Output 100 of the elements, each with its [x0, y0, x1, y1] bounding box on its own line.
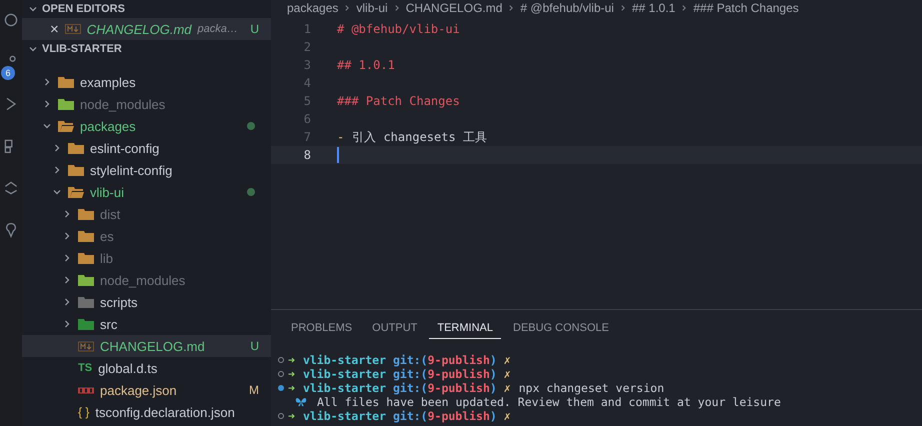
line-number: 5: [302, 93, 312, 110]
file-name: stylelint-config: [90, 162, 172, 178]
folder-icon: [58, 76, 74, 88]
tree-item[interactable]: src: [22, 313, 271, 335]
tree-item[interactable]: examples: [22, 71, 271, 93]
line-number: 1: [302, 21, 312, 38]
line-number: 2: [302, 39, 312, 56]
file-name: packages: [80, 118, 136, 134]
search-icon[interactable]: [3, 12, 19, 28]
tree-item[interactable]: packages: [22, 115, 271, 137]
terminal-command: npx changeset version: [518, 381, 664, 395]
tree-item[interactable]: es: [22, 225, 271, 247]
git-status: U: [250, 22, 259, 36]
code-editor[interactable]: 1 # @bfehub/vlib-ui 2 3 ## 1.0.1 4 5 ### Patch Changes 6 7 - 引入 changesets 工具 8: [271, 16, 922, 309]
chevron-down-icon[interactable]: [42, 121, 52, 131]
folder-icon: [78, 252, 94, 264]
folder-icon: [78, 296, 94, 308]
braces-icon: { }: [78, 405, 90, 419]
tree-item[interactable]: scripts: [22, 291, 271, 313]
chevron-right-icon[interactable]: [62, 275, 72, 285]
prompt-arrow: ➜: [288, 381, 295, 395]
chevron-right-icon[interactable]: [62, 231, 72, 241]
file-name: CHANGELOG.md: [100, 338, 205, 354]
file-path: packa…: [198, 23, 238, 35]
chevron-right-icon: [392, 4, 401, 12]
folder-icon: [78, 208, 94, 220]
prompt-arrow: ➜: [288, 409, 295, 423]
breadcrumb-item[interactable]: ## 1.0.1: [632, 1, 676, 15]
chevron-down-icon[interactable]: [52, 187, 62, 197]
typescript-icon: TS: [78, 362, 92, 374]
folder-icon: [68, 186, 84, 198]
breadcrumb-item[interactable]: packages: [287, 1, 338, 15]
git-status: M: [249, 383, 259, 397]
chevron-right-icon[interactable]: [42, 99, 52, 109]
file-name: dist: [100, 206, 120, 222]
tree-item[interactable]: CHANGELOG.md U: [22, 335, 271, 357]
panel-tab[interactable]: DEBUG CONSOLE: [505, 319, 617, 339]
file-name: global.d.ts: [98, 360, 158, 376]
file-name: node_modules: [80, 96, 166, 112]
prompt-arrow: ➜: [288, 367, 295, 381]
file-name: package.json: [100, 382, 177, 398]
terminal-prompt: vlib-starter git:(9-publish) ✗: [302, 353, 511, 367]
notification-badge: 6: [1, 66, 15, 80]
folder-icon: [78, 274, 94, 286]
chevron-right-icon[interactable]: [62, 209, 72, 219]
chevron-right-icon[interactable]: [52, 143, 62, 153]
file-name: tsconfig.declaration.json: [95, 404, 235, 420]
chevron-right-icon[interactable]: [62, 253, 72, 263]
tree-item[interactable]: package.json M: [22, 379, 271, 401]
tree-item[interactable]: node_modules: [22, 269, 271, 291]
breadcrumb-item[interactable]: # @bfehub/vlib-ui: [520, 1, 614, 15]
file-name: vlib-ui: [90, 184, 124, 200]
terminal-prompt: vlib-starter git:(9-publish) ✗: [302, 409, 511, 423]
file-name: examples: [80, 74, 136, 90]
chevron-right-icon[interactable]: [42, 77, 52, 87]
line-number: 8: [302, 147, 312, 164]
folder-icon: [78, 318, 94, 330]
chevron-right-icon: [618, 4, 627, 12]
chevron-right-icon[interactable]: [62, 297, 72, 307]
folder-icon: [58, 98, 74, 110]
prompt-arrow: ➜: [288, 353, 295, 367]
code-text: ## 1.0.1: [337, 57, 395, 74]
line-number: 3: [302, 57, 312, 74]
tree-item[interactable]: { } tsconfig.declaration.json: [22, 401, 271, 423]
panel-tab[interactable]: OUTPUT: [364, 319, 426, 339]
line-number: 7: [302, 129, 312, 146]
tree-item[interactable]: node_modules: [22, 93, 271, 115]
open-editor-item[interactable]: × CHANGELOG.md packa… U: [22, 18, 271, 40]
terminal-prompt: vlib-starter git:(9-publish) ✗: [302, 367, 511, 381]
chevron-right-icon[interactable]: [62, 319, 72, 329]
explorer-header[interactable]: VLIB-STARTER: [22, 40, 271, 58]
folder-icon: [68, 142, 84, 154]
chevron-right-icon: [343, 4, 352, 12]
markdown-icon: [64, 24, 81, 34]
text-cursor: [337, 147, 339, 163]
tree-item[interactable]: lib: [22, 247, 271, 269]
tree-item[interactable]: TS global.d.ts: [22, 357, 271, 379]
tree-item[interactable]: vlib-ui: [22, 181, 271, 203]
line-number: 6: [302, 111, 312, 128]
panel-tab[interactable]: TERMINAL: [429, 319, 501, 339]
open-editors-header[interactable]: OPEN EDITORS: [22, 0, 271, 18]
tree-item[interactable]: eslint-config: [22, 137, 271, 159]
panel-tab[interactable]: PROBLEMS: [283, 319, 360, 339]
breadcrumb-item[interactable]: vlib-ui: [356, 1, 388, 15]
file-name: node_modules: [100, 272, 186, 288]
code-text: ### Patch Changes: [337, 93, 460, 110]
file-name: CHANGELOG.md: [86, 22, 192, 36]
line-number: 4: [302, 75, 312, 92]
breadcrumb-item[interactable]: CHANGELOG.md: [406, 1, 502, 15]
butterfly-icon: [295, 397, 307, 407]
chevron-down-icon: [28, 4, 38, 14]
folder-icon: [68, 164, 84, 176]
breadcrumb-item[interactable]: ### Patch Changes: [693, 1, 799, 15]
code-text: 引入 changesets 工具: [352, 129, 487, 146]
chevron-right-icon[interactable]: [52, 165, 62, 175]
tree-item[interactable]: stylelint-config: [22, 159, 271, 181]
tree-item[interactable]: dist: [22, 203, 271, 225]
close-icon[interactable]: ×: [50, 20, 59, 38]
chevron-right-icon: [507, 4, 516, 12]
chevron-right-icon: [680, 4, 688, 12]
